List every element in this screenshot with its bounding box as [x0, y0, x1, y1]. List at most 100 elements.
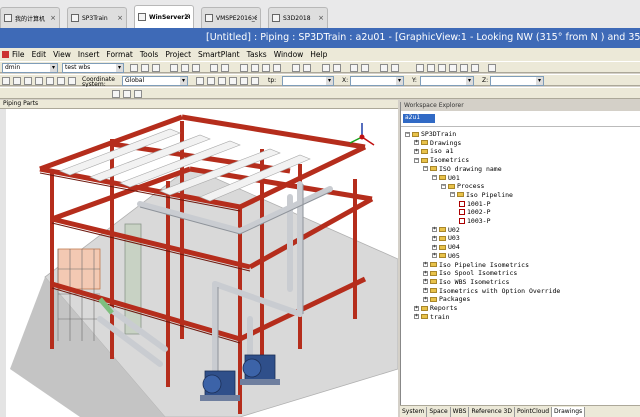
insert-split-icon[interactable] — [134, 90, 142, 98]
tree-node[interactable]: − SP3DTrain — [405, 130, 456, 138]
pan-icon[interactable] — [380, 64, 388, 72]
tree-node[interactable]: + Iso Spool Isometrics — [423, 269, 517, 277]
collapse-icon[interactable]: − — [405, 131, 410, 137]
cut-icon[interactable] — [170, 64, 178, 72]
tree-node[interactable]: + Drawings — [414, 139, 461, 147]
coordinate-system-combo[interactable]: Global — [122, 76, 188, 86]
expand-icon[interactable]: + — [432, 227, 437, 233]
workspace-tab[interactable]: Reference 3D — [469, 406, 515, 417]
x-combo[interactable] — [350, 76, 404, 86]
mirror-icon[interactable] — [273, 64, 281, 72]
graphic-view[interactable] — [0, 109, 398, 417]
model-3d-view[interactable] — [0, 109, 398, 417]
collapse-icon[interactable]: − — [432, 175, 437, 180]
move-icon[interactable] — [251, 64, 259, 72]
tree-node[interactable]: + U02 — [432, 226, 460, 234]
tree-node[interactable]: − Isometrics — [414, 156, 469, 164]
expand-icon[interactable]: + — [423, 288, 428, 294]
menu-item[interactable]: View — [53, 50, 71, 59]
grid-icon[interactable] — [57, 77, 65, 85]
help-icon[interactable] — [488, 64, 496, 72]
rotate-icon[interactable] — [262, 64, 270, 72]
browser-tab[interactable]: WinServer2012× — [134, 5, 194, 28]
y-combo[interactable] — [420, 76, 474, 86]
copy-icon[interactable] — [181, 64, 189, 72]
browser-tab[interactable]: 我的计算机 × — [0, 7, 60, 28]
snap-icon[interactable] — [24, 77, 32, 85]
expand-icon[interactable]: + — [414, 140, 419, 146]
filter-combo[interactable]: test wbs — [62, 63, 124, 73]
tree-node[interactable]: + Iso WBS Isometrics — [423, 278, 509, 286]
browser-tab[interactable]: S3D2018 × — [268, 7, 328, 28]
tree-node[interactable]: + U05 — [432, 252, 460, 260]
tree-node[interactable]: − Process — [441, 182, 484, 190]
menu-item[interactable]: Format — [106, 50, 132, 59]
expand-icon[interactable]: + — [432, 235, 437, 241]
menu-item[interactable]: Tools — [140, 50, 158, 59]
new-icon[interactable] — [130, 64, 138, 72]
workspace-tab[interactable]: System — [400, 406, 428, 417]
expand-icon[interactable]: + — [423, 279, 428, 285]
expand-icon[interactable]: + — [414, 148, 419, 154]
tool-d-icon[interactable] — [229, 77, 237, 85]
orbit-icon[interactable] — [449, 64, 457, 72]
expand-icon[interactable]: + — [432, 244, 437, 250]
expand-icon[interactable]: + — [432, 253, 437, 259]
tree-node[interactable]: − Iso Pipeline — [450, 191, 513, 199]
tree-node[interactable]: + Packages — [423, 295, 470, 303]
tree-node[interactable]: + U03 — [432, 234, 460, 242]
fit-icon[interactable] — [438, 64, 446, 72]
tool-f-icon[interactable] — [251, 77, 259, 85]
tree-node[interactable]: 1001-P — [459, 200, 490, 208]
tree-node[interactable]: + train — [414, 313, 450, 321]
collapse-icon[interactable]: − — [441, 183, 446, 189]
workspace-tab[interactable]: Space — [427, 406, 451, 417]
plane-icon[interactable] — [35, 77, 43, 85]
filter-icon[interactable] — [303, 64, 311, 72]
tree-node[interactable]: 1003-P — [459, 217, 490, 225]
tool-e-icon[interactable] — [240, 77, 248, 85]
open-icon[interactable] — [141, 64, 149, 72]
layer-icon[interactable] — [361, 64, 369, 72]
tree-node[interactable]: + iso a1 — [414, 147, 453, 155]
look-icon[interactable] — [471, 64, 479, 72]
menu-item[interactable]: Project — [165, 50, 191, 59]
tree-node[interactable]: + U04 — [432, 243, 460, 251]
tree-node[interactable]: + Isometrics with Option Override — [423, 287, 560, 295]
workspace-tab[interactable]: Drawings — [552, 406, 586, 417]
collapse-icon[interactable]: − — [414, 157, 419, 163]
paste-icon[interactable] — [192, 64, 200, 72]
menu-item[interactable]: Insert — [78, 50, 100, 59]
measure-icon[interactable] — [333, 64, 341, 72]
zoom-out-icon[interactable] — [427, 64, 435, 72]
collapse-icon[interactable]: − — [450, 192, 455, 198]
collapse-icon[interactable]: − — [423, 166, 428, 172]
close-icon[interactable]: × — [117, 14, 123, 22]
route-pipe-icon[interactable] — [112, 90, 120, 98]
menu-item[interactable]: Tasks — [247, 50, 267, 59]
select-icon[interactable] — [240, 64, 248, 72]
locate-icon[interactable] — [2, 77, 10, 85]
close-icon[interactable]: × — [184, 12, 190, 20]
menu-item[interactable]: Window — [274, 50, 304, 59]
workspace-tab[interactable]: WBS — [451, 406, 470, 417]
tool-b-icon[interactable] — [207, 77, 215, 85]
view-icon[interactable] — [350, 64, 358, 72]
insert-component-icon[interactable] — [123, 90, 131, 98]
zoom-in-icon[interactable] — [416, 64, 424, 72]
tp-combo[interactable] — [282, 76, 334, 86]
tool-c-icon[interactable] — [218, 77, 226, 85]
save-icon[interactable] — [152, 64, 160, 72]
ortho-icon[interactable] — [68, 77, 76, 85]
tree-node[interactable]: − U01 — [432, 174, 460, 182]
menu-item[interactable]: SmartPlant — [198, 50, 240, 59]
expand-icon[interactable]: + — [423, 296, 428, 302]
browser-tab[interactable]: VMSPE2016_8H× — [201, 7, 261, 28]
z-combo[interactable] — [490, 76, 544, 86]
tree-node[interactable]: + Reports — [414, 304, 457, 312]
browser-tab[interactable]: SP3Train × — [67, 7, 127, 28]
zoom-area-icon[interactable] — [391, 64, 399, 72]
menu-item[interactable]: Edit — [32, 50, 47, 59]
tree-node[interactable]: 1002-P — [459, 208, 490, 216]
tool-a-icon[interactable] — [196, 77, 204, 85]
